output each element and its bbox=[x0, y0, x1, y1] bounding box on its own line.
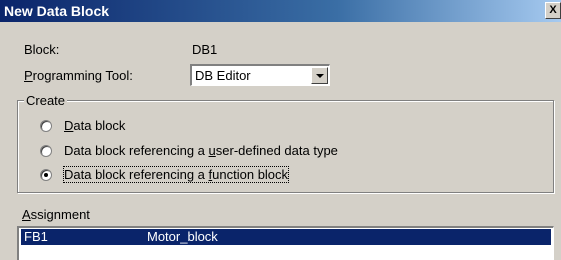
chevron-down-icon[interactable] bbox=[311, 67, 328, 84]
programming-tool-value: DB Editor bbox=[195, 68, 251, 83]
radio-label-udt-block: Data block referencing a user-defined da… bbox=[64, 143, 338, 158]
title-bar: New Data Block X bbox=[0, 0, 561, 22]
radio-button-data-block[interactable] bbox=[40, 120, 52, 132]
list-item[interactable]: FB1 Motor_block bbox=[21, 229, 551, 245]
close-icon: X bbox=[549, 4, 557, 16]
block-value: DB1 bbox=[192, 42, 218, 57]
close-button[interactable]: X bbox=[545, 2, 561, 19]
create-group-legend: Create bbox=[24, 93, 68, 108]
list-item-fb-name: Motor_block bbox=[147, 229, 218, 244]
assignment-label: Assignment bbox=[22, 207, 90, 222]
window-title: New Data Block bbox=[4, 3, 110, 19]
programming-tool-select[interactable]: DB Editor bbox=[190, 64, 330, 86]
list-item-fb-number: FB1 bbox=[24, 229, 48, 244]
radio-label-fb-block: Data block referencing a function block bbox=[62, 166, 290, 183]
radio-label-data-block: Data block bbox=[64, 118, 126, 133]
programming-tool-label: Programming Tool: bbox=[24, 68, 133, 83]
assignment-list[interactable]: FB1 Motor_block bbox=[17, 226, 554, 260]
radio-button-udt-block[interactable] bbox=[40, 145, 52, 157]
radio-button-fb-block[interactable] bbox=[40, 169, 52, 181]
block-label: Block: bbox=[24, 42, 60, 57]
